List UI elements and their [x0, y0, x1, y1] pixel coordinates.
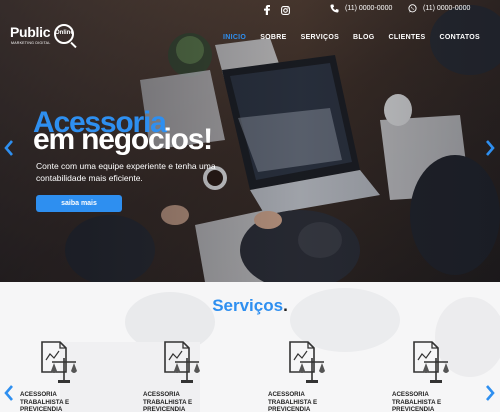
service-card-label: ACESSORIA TRABALHISTA E PREVICENDIA [392, 391, 442, 412]
slider-prev-arrow[interactable] [2, 139, 16, 157]
hero-tagline: Conte com uma equipe experiente e tenha … [36, 161, 216, 183]
slider-next-arrow[interactable] [483, 139, 497, 157]
saiba-mais-button[interactable]: saiba mais [36, 195, 122, 212]
service-card[interactable]: ACESSORIA TRABALHISTA E PREVICENDIA [143, 340, 223, 412]
phone-icon [330, 4, 339, 13]
nav-item-contatos[interactable]: CONTATOS [439, 34, 480, 41]
service-card[interactable]: ACESSORIA TRABALHISTA E PREVICENDIA [392, 340, 472, 412]
legal-document-scale-icon [413, 341, 449, 383]
services-title-text: Serviços [212, 296, 284, 315]
legal-document-scale-icon [164, 341, 200, 383]
logo-online: Online [55, 30, 74, 36]
nav-item-blog[interactable]: BLOG [353, 34, 374, 41]
chevron-right-icon [486, 140, 495, 156]
nav-item-inicio[interactable]: INICIO [223, 34, 246, 41]
whatsapp-icon [408, 4, 417, 13]
service-card-label: ACESSORIA TRABALHISTA E PREVICENDIA [268, 391, 318, 412]
chevron-left-icon [4, 140, 13, 156]
chevron-right-icon [486, 385, 495, 401]
instagram-icon[interactable] [280, 5, 290, 15]
phone-number: (11) 0000-0000 [345, 5, 393, 12]
services-title-dot: . [283, 296, 288, 315]
service-card-label: ACESSORIA TRABALHISTA E PREVICENDIA [20, 391, 70, 412]
chevron-left-icon [4, 385, 13, 401]
service-card[interactable]: ACESSORIA TRABALHISTA E PREVICENDIA [268, 340, 348, 412]
nav-item-sobre[interactable]: SOBRE [260, 34, 286, 41]
main-nav: INICIO SOBRE SERVIÇOS BLOG CLIENTES CONT… [223, 34, 480, 41]
nav-item-servicos[interactable]: SERVIÇOS [301, 34, 339, 41]
page: (11) 0000-0000 (11) 0000-0000 Public Onl… [0, 0, 500, 412]
legal-document-scale-icon [289, 341, 325, 383]
services-title: Serviços. [0, 296, 500, 316]
services-prev-arrow[interactable] [2, 384, 16, 402]
whatsapp-number: (11) 0000-0000 [423, 5, 471, 12]
service-card[interactable]: ACESSORIA TRABALHISTA E PREVICENDIA [20, 340, 100, 412]
facebook-icon[interactable] [262, 5, 272, 15]
hero-headline-line2: em negocios! [33, 123, 213, 156]
nav-item-clientes[interactable]: CLIENTES [388, 34, 425, 41]
logo[interactable]: Public Online MARKETING DIGITAL [10, 22, 74, 50]
legal-document-scale-icon [41, 341, 77, 383]
phone-contact[interactable]: (11) 0000-0000 [330, 4, 392, 13]
logo-word: Public [10, 24, 51, 40]
services-next-arrow[interactable] [483, 384, 497, 402]
whatsapp-contact[interactable]: (11) 0000-0000 [408, 4, 470, 13]
logo-subtitle: MARKETING DIGITAL [11, 41, 51, 45]
services-section: Serviços. ACESSORIA TRABALHISTA E PREVIC… [0, 282, 500, 412]
hero-banner: (11) 0000-0000 (11) 0000-0000 Public Onl… [0, 0, 500, 282]
service-card-label: ACESSORIA TRABALHISTA E PREVICENDIA [143, 391, 193, 412]
